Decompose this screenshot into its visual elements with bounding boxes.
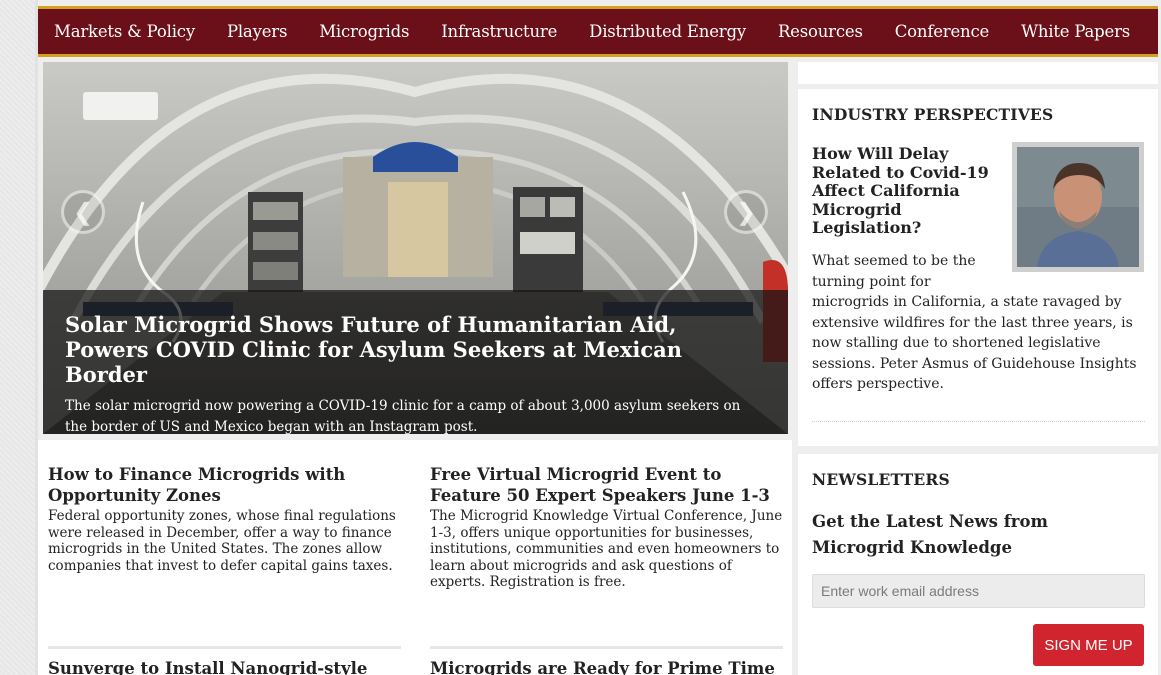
nav-item-conference[interactable]: Conference xyxy=(895,22,990,41)
page-left-gutter xyxy=(0,0,38,675)
article-summary: Federal opportunity zones, whose final r… xyxy=(48,508,396,574)
chevron-right-icon: ❯ xyxy=(735,198,757,226)
panel-heading: INDUSTRY PERSPECTIVES xyxy=(812,105,1054,124)
industry-perspectives-panel: INDUSTRY PERSPECTIVES How Will Delay Rel… xyxy=(798,89,1158,446)
perspective-title-link[interactable]: How Will Delay Related to Covid-19 Affec… xyxy=(812,144,1002,238)
sidebar-top-panel xyxy=(798,62,1158,84)
perspective-summary-start: What seemed to be the turning point for xyxy=(812,253,976,290)
nav-item-white-papers[interactable]: White Papers xyxy=(1021,22,1130,41)
article-card: How to Finance Microgrids with Opportuni… xyxy=(48,464,403,574)
nav-item-resources[interactable]: Resources xyxy=(778,22,863,41)
article-title-link[interactable]: How to Finance Microgrids with Opportuni… xyxy=(48,464,403,506)
slider-prev-button[interactable]: ❮ xyxy=(61,190,105,234)
main-navigation: Markets & Policy Players Microgrids Infr… xyxy=(38,6,1158,54)
chevron-left-icon: ❮ xyxy=(72,198,94,226)
panel-heading: NEWSLETTERS xyxy=(812,470,950,489)
newsletter-subheading: Get the Latest News from Microgrid Knowl… xyxy=(812,512,1048,557)
nav-item-microgrids[interactable]: Microgrids xyxy=(319,22,409,41)
author-portrait-image xyxy=(1017,147,1139,267)
hero-description: The solar microgrid now powering a COVID… xyxy=(65,398,741,434)
nav-item-distributed-energy[interactable]: Distributed Energy xyxy=(589,22,746,41)
article-grid: How to Finance Microgrids with Opportuni… xyxy=(38,440,792,675)
newsletter-panel: NEWSLETTERS Get the Latest News from Mic… xyxy=(798,454,1158,675)
nav-item-markets-policy[interactable]: Markets & Policy xyxy=(54,22,195,41)
article-card: Sunverge to Install Nanogrid-style xyxy=(48,658,403,675)
sign-up-button[interactable]: SIGN ME UP xyxy=(1033,624,1144,666)
perspective-summary-rest: microgrids in California, a state ravage… xyxy=(812,294,1137,392)
article-title-link[interactable]: Microgrids are Ready for Prime Time in xyxy=(430,658,785,675)
article-title-link[interactable]: Free Virtual Microgrid Event to Feature … xyxy=(430,464,785,506)
hero-title-link[interactable]: Solar Microgrid Shows Future of Humanita… xyxy=(65,312,766,387)
panel-divider xyxy=(812,421,1145,422)
email-input[interactable] xyxy=(812,574,1145,608)
article-divider xyxy=(48,646,401,649)
slider-next-button[interactable]: ❯ xyxy=(724,190,768,234)
hero-slider[interactable]: ❮ ❯ Solar Microgrid Shows Future of Huma… xyxy=(43,62,788,434)
article-card: Microgrids are Ready for Prime Time in xyxy=(430,658,785,675)
article-card: Free Virtual Microgrid Event to Feature … xyxy=(430,464,785,591)
nav-item-infrastructure[interactable]: Infrastructure xyxy=(441,22,557,41)
author-photo[interactable] xyxy=(1012,142,1144,272)
hero-caption: Solar Microgrid Shows Future of Humanita… xyxy=(43,290,788,434)
article-title-link[interactable]: Sunverge to Install Nanogrid-style xyxy=(48,658,403,675)
article-divider xyxy=(430,646,783,649)
nav-item-players[interactable]: Players xyxy=(227,22,287,41)
article-summary: The Microgrid Knowledge Virtual Conferen… xyxy=(430,508,783,590)
nav-accent-rule xyxy=(38,54,1158,57)
